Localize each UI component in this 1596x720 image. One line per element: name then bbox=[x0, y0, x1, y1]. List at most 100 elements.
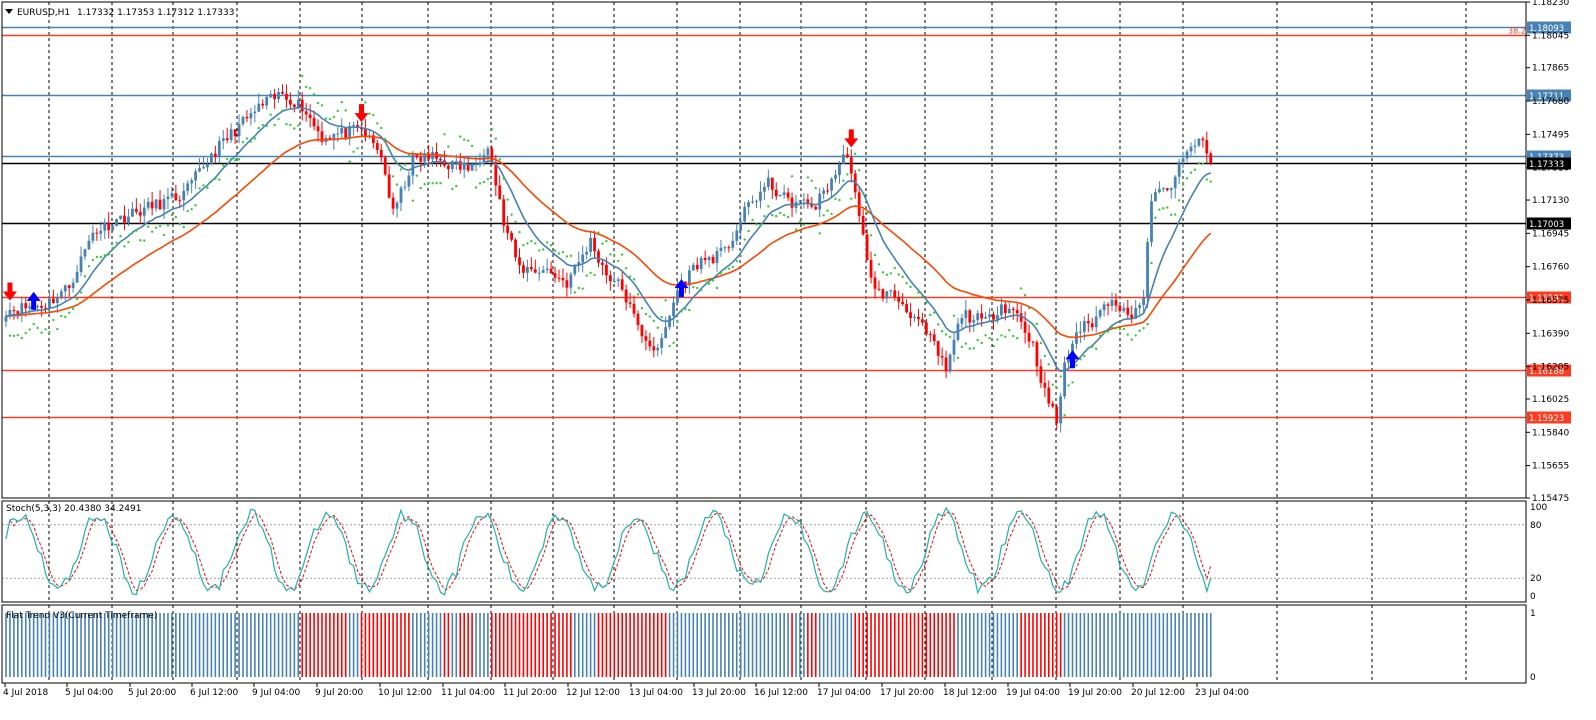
candle-body bbox=[257, 103, 261, 112]
psar-dot bbox=[265, 124, 268, 128]
psar-dot bbox=[731, 265, 734, 269]
psar-dot bbox=[380, 126, 383, 130]
candle-body bbox=[1122, 307, 1126, 312]
psar-dot bbox=[798, 220, 802, 224]
psar-dot bbox=[514, 220, 517, 224]
candle-body bbox=[932, 334, 936, 342]
candle-body bbox=[59, 291, 63, 297]
psar-dot bbox=[494, 137, 497, 140]
candle-body bbox=[913, 316, 916, 318]
candle-body bbox=[407, 175, 411, 187]
candle-body bbox=[747, 202, 750, 207]
chart-symbol: EURUSD,H1 bbox=[17, 8, 70, 18]
psar-dot bbox=[1012, 334, 1015, 338]
candle-body bbox=[518, 257, 521, 266]
psar-dot bbox=[838, 198, 841, 202]
psar-dot bbox=[822, 214, 825, 217]
psar-dot bbox=[846, 173, 849, 176]
psar-dot bbox=[597, 231, 600, 234]
psar-dot bbox=[510, 213, 513, 216]
candle-body bbox=[719, 247, 723, 251]
psar-dot bbox=[628, 275, 632, 278]
psar-dot bbox=[190, 208, 193, 211]
candle-body bbox=[1189, 146, 1193, 152]
psar-dot bbox=[463, 138, 466, 141]
triangle-down-icon[interactable] bbox=[5, 9, 13, 14]
candle-body bbox=[751, 201, 754, 203]
candle-body bbox=[285, 93, 288, 100]
psar-dot bbox=[395, 183, 399, 186]
candle-body bbox=[561, 277, 565, 281]
psar-dot bbox=[897, 273, 900, 276]
stoch-indicator-title: Stoch(5,3,3) 20.4380 34.2491 bbox=[6, 504, 141, 514]
candle-body bbox=[834, 175, 837, 179]
psar-dot bbox=[617, 259, 620, 263]
candle-body bbox=[557, 277, 561, 279]
psar-dot bbox=[1197, 162, 1201, 165]
psar-dot bbox=[340, 100, 343, 104]
psar-dot bbox=[1098, 334, 1102, 337]
psar-dot bbox=[802, 223, 806, 226]
psar-dot bbox=[759, 223, 762, 226]
candle-body bbox=[699, 257, 703, 270]
candle-body bbox=[510, 232, 513, 240]
psar-dot bbox=[1067, 384, 1070, 387]
candle-body bbox=[802, 199, 806, 201]
candle-body bbox=[229, 129, 233, 141]
candle-body bbox=[1150, 201, 1153, 243]
candle-body bbox=[755, 200, 758, 202]
psar-dot bbox=[1126, 333, 1130, 336]
candle-body bbox=[529, 267, 533, 270]
psar-dot bbox=[636, 293, 640, 296]
candle-body bbox=[917, 316, 920, 320]
psar-dot bbox=[964, 342, 968, 345]
psar-dot bbox=[214, 177, 217, 181]
psar-dot bbox=[1138, 329, 1141, 332]
psar-dot bbox=[490, 127, 494, 131]
psar-dot bbox=[1193, 168, 1197, 171]
candle-body bbox=[1118, 305, 1122, 312]
time-tick-label: 23 Jul 04:00 bbox=[1195, 688, 1249, 698]
psar-dot bbox=[929, 313, 932, 317]
candle-body bbox=[138, 211, 142, 216]
candle-body bbox=[766, 177, 770, 187]
candle-body bbox=[502, 199, 506, 226]
candle-body bbox=[1031, 341, 1035, 343]
candle-body bbox=[1197, 138, 1201, 146]
psar-dot bbox=[692, 285, 695, 289]
psar-dot bbox=[1059, 375, 1062, 378]
candle-body bbox=[573, 265, 577, 275]
psar-dot bbox=[194, 204, 197, 207]
candle-body bbox=[115, 218, 118, 226]
candle-body bbox=[1019, 313, 1023, 322]
psar-dot bbox=[249, 140, 253, 143]
psar-dot bbox=[976, 338, 979, 342]
candle-body bbox=[845, 154, 849, 158]
psar-dot bbox=[20, 336, 23, 340]
candle-body bbox=[1063, 362, 1066, 397]
psar-dot bbox=[869, 234, 873, 237]
psar-dot bbox=[553, 249, 557, 252]
psar-dot bbox=[210, 180, 213, 183]
psar-dot bbox=[1087, 347, 1090, 350]
psar-dot bbox=[1158, 208, 1161, 211]
psar-dot bbox=[881, 271, 885, 274]
candle-body bbox=[1177, 162, 1181, 177]
candle-body bbox=[1007, 308, 1011, 314]
candle-body bbox=[1082, 321, 1086, 332]
candle-body bbox=[79, 256, 83, 273]
candle-body bbox=[514, 239, 517, 258]
psar-dot bbox=[320, 104, 324, 107]
price-tick-label: 1.17130 bbox=[1532, 196, 1569, 206]
candle-body bbox=[486, 148, 490, 156]
psar-dot bbox=[119, 234, 122, 238]
time-tick-label: 19 Jul 04:00 bbox=[1006, 688, 1060, 698]
psar-dot bbox=[561, 250, 565, 254]
psar-dot bbox=[956, 356, 960, 359]
candle-body bbox=[174, 193, 178, 201]
sell-arrow-icon bbox=[354, 104, 369, 123]
psar-dot bbox=[660, 316, 663, 319]
psar-dot bbox=[415, 174, 418, 177]
psar-dot bbox=[909, 285, 912, 289]
candle-body bbox=[375, 143, 379, 150]
